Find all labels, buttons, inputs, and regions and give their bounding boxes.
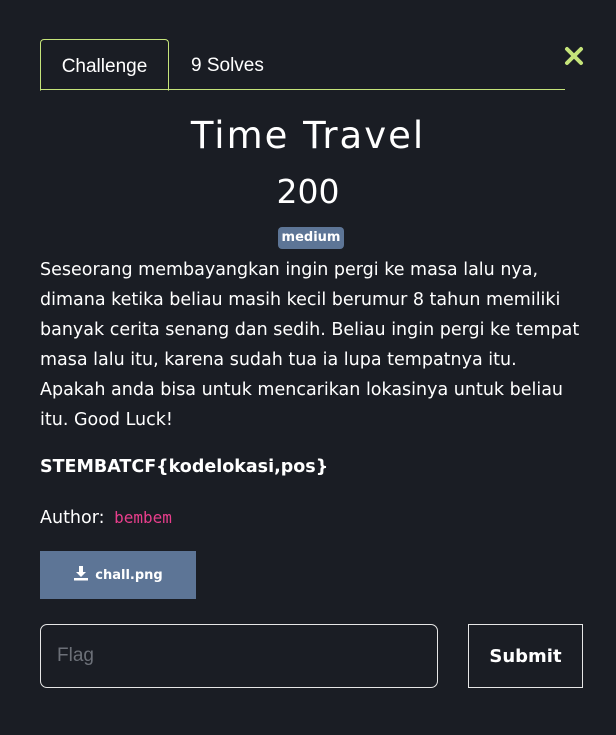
challenge-description: Seseorang membayangkan ingin pergi ke ma…: [40, 260, 580, 430]
author-label: Author:: [40, 508, 105, 528]
flag-input[interactable]: [40, 624, 438, 688]
challenge-points: 200: [276, 172, 340, 211]
submit-button[interactable]: Submit: [468, 624, 583, 688]
download-file-button[interactable]: chall.png: [40, 551, 196, 599]
difficulty-badge: medium: [278, 227, 344, 249]
challenge-tabs: Challenge 9 Solves: [40, 39, 565, 91]
tab-challenge[interactable]: Challenge: [40, 39, 169, 91]
flag-format: STEMBATCF{kodelokasi,pos}: [40, 457, 329, 477]
download-file-label: chall.png: [95, 567, 163, 583]
author-line: Author: bembem: [40, 503, 172, 533]
close-icon[interactable]: [563, 45, 585, 67]
tab-solves[interactable]: 9 Solves: [191, 39, 264, 90]
download-icon: [73, 565, 89, 586]
challenge-title: Time Travel: [190, 114, 426, 157]
author-name: bembem: [114, 508, 172, 527]
